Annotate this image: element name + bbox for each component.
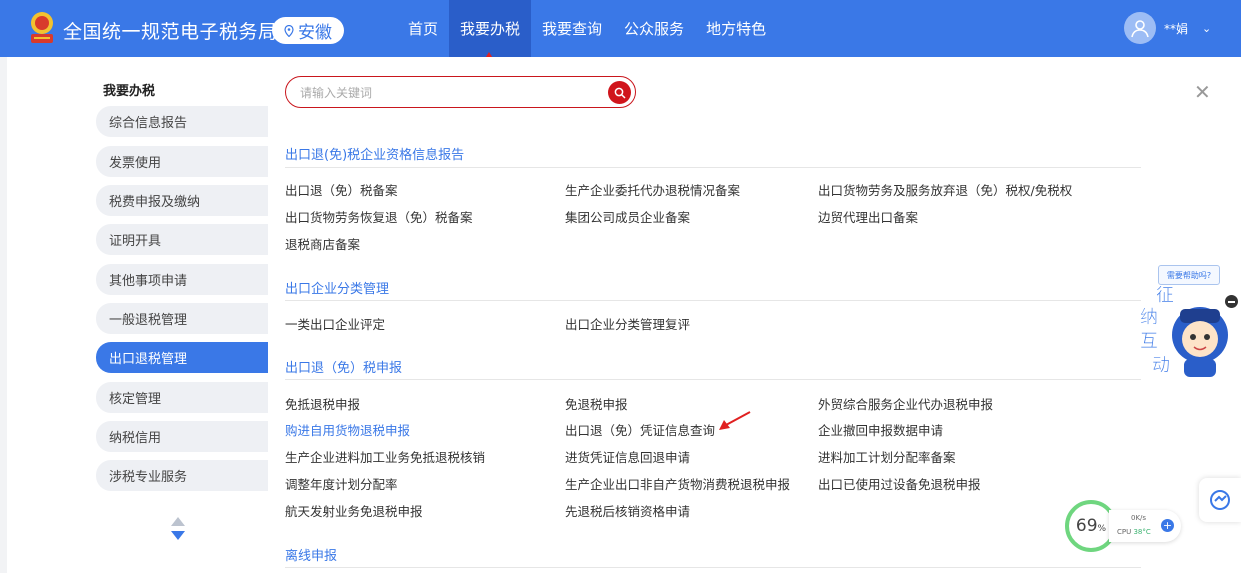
- helper-char-2: 纳: [1140, 307, 1158, 328]
- sidebar-title: 我要办税: [103, 84, 156, 99]
- tax-assistant-mascot-icon[interactable]: 征 纳 互 动: [1138, 283, 1230, 379]
- sidebar-item-tax-credit[interactable]: 纳税信用: [96, 421, 274, 452]
- helper-char-4: 动: [1152, 355, 1170, 376]
- sidebar-item-assessment[interactable]: 核定管理: [96, 382, 274, 413]
- section-title-classification: 出口企业分类管理: [285, 282, 390, 297]
- link-export-refund-filing[interactable]: 出口退（免）税备案: [285, 180, 398, 199]
- sidebar-item-other-applications[interactable]: 其他事项申请: [96, 264, 274, 295]
- site-brand[interactable]: 全国统一规范电子税务局: [63, 17, 278, 44]
- sidebar-item-professional-services[interactable]: 涉税专业服务: [96, 460, 274, 491]
- sidebar-item-invoice-use[interactable]: 发票使用: [96, 146, 274, 177]
- section-title-qualification: 出口退(免)税企业资格信息报告: [285, 148, 465, 163]
- helper-close-icon[interactable]: [1225, 295, 1238, 308]
- memory-unit: %: [1097, 523, 1107, 534]
- helper-char-3: 互: [1140, 331, 1158, 352]
- link-withdraw-declaration[interactable]: 企业撤回申报数据申请: [818, 420, 943, 439]
- link-exemption-credit-refund[interactable]: 免抵退税申报: [285, 394, 360, 413]
- left-sidebar: 我要办税 综合信息报告 发票使用 税费申报及缴纳 证明开具 其他事项申请 一般退…: [7, 57, 274, 573]
- link-consumption-tax-refund[interactable]: 生产企业出口非自产货物消费税退税申报: [565, 474, 790, 493]
- section-title-offline-declaration[interactable]: 离线申报: [285, 545, 337, 564]
- close-icon[interactable]: ✕: [1194, 82, 1211, 102]
- refresh-cycle-icon: [1210, 490, 1230, 510]
- sidebar-item-export-refund[interactable]: 出口退税管理: [96, 342, 274, 373]
- memory-percent: 69: [1075, 516, 1098, 536]
- section-divider: [285, 300, 1141, 301]
- link-refund-first-qualification[interactable]: 先退税后核销资格申请: [565, 501, 690, 520]
- user-menu[interactable]: **娟 ⌄: [1124, 12, 1211, 44]
- cpu-temperature: CPU 38°C: [1117, 528, 1151, 536]
- link-group-member-filing[interactable]: 集团公司成员企业备案: [565, 207, 690, 226]
- help-bubble[interactable]: 需要帮助吗?: [1158, 265, 1220, 285]
- link-used-equipment-refund[interactable]: 出口已使用过设备免退税申报: [818, 474, 981, 493]
- section-title-refund-declaration: 出口退（免）税申报: [285, 361, 403, 376]
- location-pin-icon: [284, 24, 294, 37]
- link-border-trade-filing[interactable]: 边贸代理出口备案: [818, 207, 918, 226]
- link-foreign-trade-agent-refund[interactable]: 外贸综合服务企业代办退税申报: [818, 394, 993, 413]
- search-button[interactable]: [608, 81, 631, 104]
- link-voucher-rollback[interactable]: 进货凭证信息回退申请: [565, 447, 690, 466]
- network-speed: 0K/s: [1131, 514, 1147, 522]
- sidebar-item-tax-declaration[interactable]: 税费申报及缴纳: [96, 185, 274, 216]
- helper-char-1: 征: [1156, 285, 1174, 306]
- boost-plus-icon[interactable]: +: [1161, 519, 1174, 532]
- nav-tax-handling[interactable]: 我要办税: [449, 0, 532, 57]
- top-header: 全国统一规范电子税务局 安徽 首页 我要办税 我要查询 公众服务 地方特色 **…: [0, 0, 1241, 57]
- region-label: 安徽: [298, 23, 332, 43]
- sidebar-scroll-icon[interactable]: [170, 515, 186, 543]
- nav-home[interactable]: 首页: [397, 0, 449, 57]
- section-divider: [285, 567, 1141, 568]
- nav-query[interactable]: 我要查询: [531, 0, 613, 57]
- link-voucher-info-query[interactable]: 出口退（免）凭证信息查询: [565, 420, 715, 439]
- service-panel: 请输入关键词 ✕ 出口退(免)税企业资格信息报告 出口退（免）税备案 生产企业委…: [268, 57, 1241, 573]
- avatar[interactable]: [1124, 12, 1156, 44]
- nav-public-service[interactable]: 公众服务: [613, 0, 695, 57]
- link-self-use-goods-refund[interactable]: 购进自用货物退税申报: [285, 420, 410, 439]
- link-adjust-allocation-rate[interactable]: 调整年度计划分配率: [285, 474, 398, 493]
- link-restore-refund-filing[interactable]: 出口货物劳务恢复退（免）税备案: [285, 207, 473, 226]
- system-monitor-widget[interactable]: 69% 0K/s CPU 38°C +: [1065, 500, 1183, 552]
- search-input[interactable]: 请输入关键词: [285, 76, 636, 108]
- link-refund-store-filing[interactable]: 退税商店备案: [285, 234, 360, 253]
- user-icon: [1131, 20, 1149, 38]
- region-selector[interactable]: 安徽: [272, 17, 344, 44]
- sidebar-item-certificates[interactable]: 证明开具: [96, 224, 274, 255]
- search-icon: [614, 87, 626, 99]
- link-aerospace-refund[interactable]: 航天发射业务免退税申报: [285, 501, 423, 520]
- search-placeholder: 请输入关键词: [300, 86, 373, 100]
- link-class-one-evaluation[interactable]: 一类出口企业评定: [285, 314, 385, 333]
- side-tool-button[interactable]: [1199, 478, 1241, 522]
- link-processing-write-off[interactable]: 生产企业进料加工业务免抵退税核销: [285, 447, 485, 466]
- section-divider: [285, 167, 1141, 168]
- link-exemption-refund[interactable]: 免退税申报: [565, 394, 628, 413]
- main-nav: 首页 我要办税 我要查询 公众服务 地方特色: [397, 0, 777, 57]
- chevron-down-icon[interactable]: ⌄: [1202, 22, 1211, 35]
- monitor-details: 0K/s CPU 38°C +: [1109, 510, 1181, 542]
- sidebar-item-comprehensive-report[interactable]: 综合信息报告: [96, 106, 274, 137]
- annotation-arrow-left: [719, 411, 751, 430]
- link-waive-refund-right[interactable]: 出口货物劳务及服务放弃退（免）税权/免税权: [818, 180, 1072, 199]
- user-name: **娟: [1164, 21, 1189, 36]
- cpu-temp-value: 38°C: [1133, 528, 1151, 536]
- sidebar-item-general-refund[interactable]: 一般退税管理: [96, 303, 274, 334]
- link-entrusted-refund-filing[interactable]: 生产企业委托代办退税情况备案: [565, 180, 740, 199]
- tax-emblem-icon: [31, 12, 53, 43]
- link-allocation-rate-filing[interactable]: 进料加工计划分配率备案: [818, 447, 956, 466]
- link-classification-review[interactable]: 出口企业分类管理复评: [565, 314, 690, 333]
- section-divider: [285, 379, 1141, 380]
- cpu-label: CPU: [1117, 528, 1132, 536]
- nav-local-features[interactable]: 地方特色: [695, 0, 777, 57]
